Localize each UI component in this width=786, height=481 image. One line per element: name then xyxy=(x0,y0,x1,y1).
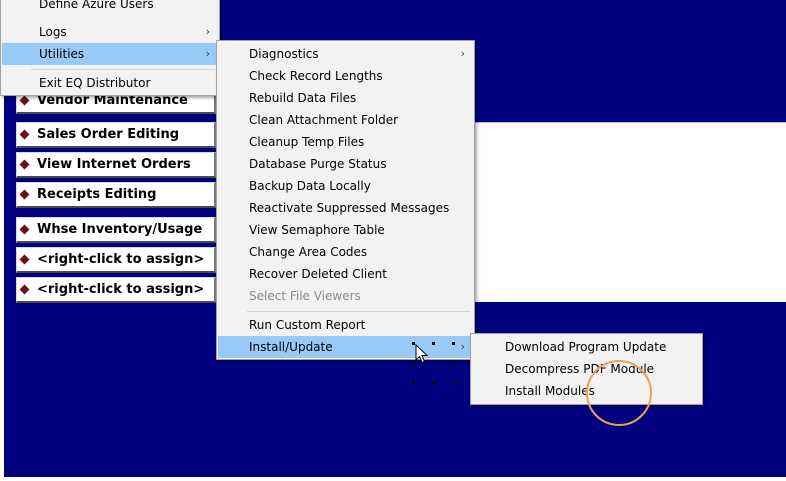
menu-item-check-record-lengths[interactable]: Check Record Lengths xyxy=(218,65,473,87)
diamond-bullet-icon xyxy=(19,159,30,170)
menu-item-install-update[interactable]: Install/Update › xyxy=(218,336,473,358)
main-menu: Define Azure Users Logs › Utilities › Ex… xyxy=(0,0,220,96)
menu-item-backup-data-locally[interactable]: Backup Data Locally xyxy=(218,175,473,197)
bottom-strip xyxy=(0,477,786,481)
menu-item-change-area-codes[interactable]: Change Area Codes xyxy=(218,241,473,263)
diamond-bullet-icon xyxy=(19,284,30,295)
diamond-bullet-icon xyxy=(19,95,30,106)
button-label: <right-click to assign> xyxy=(37,282,205,297)
menu-item-logs[interactable]: Logs › xyxy=(2,21,218,43)
highlight-circle xyxy=(586,360,652,426)
button-label: Whse Inventory/Usage xyxy=(37,222,203,237)
button-label: Receipts Editing xyxy=(37,187,157,202)
button-label: View Internet Orders xyxy=(37,157,191,172)
chevron-right-icon: › xyxy=(460,47,465,60)
menu-item-exit-eq-distributor[interactable]: Exit EQ Distributor xyxy=(2,72,218,94)
diamond-bullet-icon xyxy=(19,189,30,200)
view-internet-orders-button[interactable]: View Internet Orders xyxy=(16,152,216,178)
content-panel xyxy=(470,122,786,302)
mouse-pointer-icon xyxy=(415,344,429,364)
whse-inventory-usage-button[interactable]: Whse Inventory/Usage xyxy=(16,217,216,243)
button-label: <right-click to assign> xyxy=(37,252,205,267)
menu-item-diagnostics[interactable]: Diagnostics › xyxy=(218,43,473,65)
menu-item-database-purge-status[interactable]: Database Purge Status xyxy=(218,153,473,175)
menu-item-utilities[interactable]: Utilities › xyxy=(2,43,218,65)
menu-item-rebuild-data-files[interactable]: Rebuild Data Files xyxy=(218,87,473,109)
menu-item-reactivate-suppressed-messages[interactable]: Reactivate Suppressed Messages xyxy=(218,197,473,219)
menu-item-cleanup-temp-files[interactable]: Cleanup Temp Files xyxy=(218,131,473,153)
menu-item-decompress-pdf-module[interactable]: Decompress PDF Module xyxy=(472,358,701,380)
utilities-submenu: Diagnostics › Check Record Lengths Rebui… xyxy=(216,40,475,360)
unassigned-button-1[interactable]: <right-click to assign> xyxy=(16,247,216,273)
menu-separator xyxy=(247,311,470,312)
diamond-bullet-icon xyxy=(19,224,30,235)
chevron-right-icon: › xyxy=(205,25,210,38)
diamond-bullet-icon xyxy=(19,254,30,265)
chevron-right-icon: › xyxy=(205,47,210,60)
sales-order-editing-button[interactable]: Sales Order Editing xyxy=(16,122,216,148)
menu-item-download-program-update[interactable]: Download Program Update xyxy=(472,336,701,358)
menu-item-define-azure-users[interactable]: Define Azure Users xyxy=(2,0,218,15)
menu-item-select-file-viewers: Select File Viewers xyxy=(249,289,361,303)
menu-item-view-semaphore-table[interactable]: View Semaphore Table xyxy=(218,219,473,241)
receipts-editing-button[interactable]: Receipts Editing xyxy=(16,182,216,208)
menu-item-clean-attachment-folder[interactable]: Clean Attachment Folder xyxy=(218,109,473,131)
menu-separator xyxy=(31,69,215,70)
menu-item-recover-deleted-client[interactable]: Recover Deleted Client xyxy=(218,263,473,285)
menu-item-run-custom-report[interactable]: Run Custom Report xyxy=(218,314,473,336)
diamond-bullet-icon xyxy=(19,129,30,140)
button-label: Sales Order Editing xyxy=(37,127,180,142)
unassigned-button-2[interactable]: <right-click to assign> xyxy=(16,277,216,303)
chevron-right-icon: › xyxy=(460,340,465,353)
